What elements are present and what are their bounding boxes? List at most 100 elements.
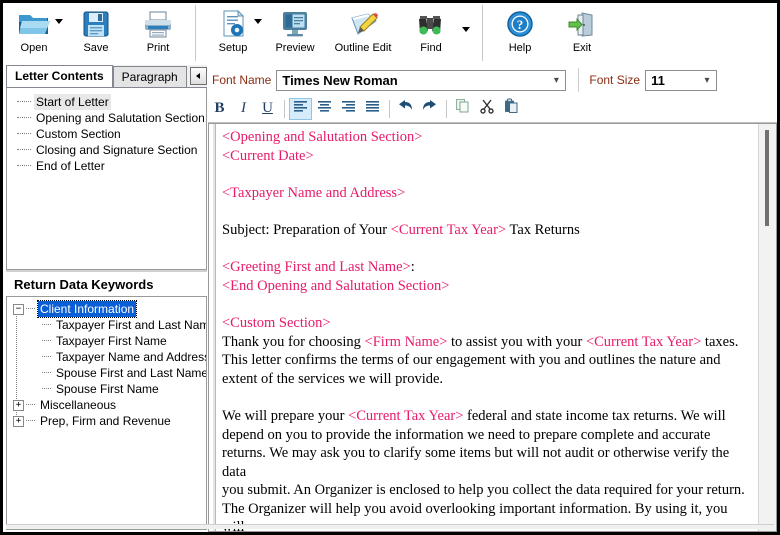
align-center-icon bbox=[317, 100, 332, 118]
toolbar-group-file: Open Save Print bbox=[3, 3, 189, 63]
keyword-tree-item[interactable]: − Client Information bbox=[13, 300, 206, 318]
keyword-tree-item-label: Spouse First Name bbox=[56, 382, 159, 396]
setup-dropdown-caret[interactable] bbox=[254, 19, 262, 24]
open-dropdown-caret[interactable] bbox=[55, 19, 63, 24]
copy-button[interactable] bbox=[451, 98, 474, 120]
font-toolbar: Font Name Times New Roman ▾ Font Size 11… bbox=[208, 65, 777, 95]
help-button-label: Help bbox=[508, 42, 532, 54]
underline-button[interactable]: U bbox=[256, 98, 279, 120]
align-right-button[interactable] bbox=[337, 98, 360, 120]
document-text-run: Thank you for choosing bbox=[222, 333, 365, 350]
outline-edit-button[interactable]: Outline Edit bbox=[326, 3, 400, 61]
document-line: <Current Date> bbox=[222, 147, 750, 166]
align-left-button[interactable] bbox=[289, 97, 312, 120]
toolbar-separator-1 bbox=[195, 5, 196, 61]
keyword-tree-item-label: Prep, Firm and Revenue bbox=[40, 414, 171, 428]
keyword-tree-item[interactable]: + Prep, Firm and Revenue bbox=[13, 413, 206, 429]
italic-button[interactable]: I bbox=[232, 98, 255, 120]
letter-tree-item[interactable]: Custom Section bbox=[17, 126, 206, 142]
tree-connector-icon bbox=[42, 388, 51, 390]
keyword-tree-item-label: Taxpayer First Name bbox=[56, 334, 167, 348]
tab-paragraph[interactable]: Paragraph bbox=[112, 66, 187, 87]
document-keyword-token: <Taxpayer Name and Address> bbox=[222, 184, 406, 201]
align-center-button[interactable] bbox=[313, 98, 336, 120]
document-keyword-token: <Current Tax Year> bbox=[585, 333, 702, 350]
preview-button-label: Preview bbox=[275, 42, 315, 54]
paste-button[interactable] bbox=[499, 98, 522, 120]
collapse-minus-icon[interactable]: − bbox=[13, 303, 24, 315]
align-justify-icon bbox=[365, 100, 380, 118]
expand-plus-icon[interactable]: + bbox=[13, 399, 24, 411]
return-data-keywords-tree[interactable]: − Client Information Taxpayer First and La… bbox=[6, 296, 207, 530]
letter-tree-item[interactable]: End of Letter bbox=[17, 158, 206, 174]
letter-tree-item[interactable]: Opening and Salutation Section bbox=[17, 110, 206, 126]
keyword-tree-item[interactable]: Taxpayer Name and Address bbox=[13, 349, 206, 365]
keyword-tree-item-label: Spouse First and Last Name bbox=[56, 366, 207, 380]
open-button[interactable]: Open bbox=[3, 3, 65, 61]
editor-vertical-scrollbar[interactable] bbox=[758, 124, 776, 531]
tab-scroll-left-button[interactable] bbox=[189, 67, 207, 85]
keyword-tree-item[interactable]: Spouse First and Last Name bbox=[13, 365, 206, 381]
keyword-tree-item-label: Taxpayer Name and Address bbox=[56, 350, 207, 364]
expand-plus-icon[interactable]: + bbox=[13, 415, 24, 427]
bold-button[interactable]: B bbox=[208, 98, 231, 120]
letter-contents-tree[interactable]: Start of Letter Opening and Salutation Se… bbox=[6, 88, 207, 270]
format-separator-1 bbox=[284, 99, 285, 118]
tree-connector-icon bbox=[42, 324, 51, 326]
editor-scrollbar-thumb[interactable] bbox=[765, 130, 769, 226]
monitor-icon bbox=[279, 7, 311, 41]
document-line: extent of the services we will provide. bbox=[222, 370, 750, 389]
page-setup-icon bbox=[218, 7, 248, 41]
find-button[interactable]: Find bbox=[400, 3, 462, 61]
document-line: We will prepare your <Current Tax Year> … bbox=[222, 407, 750, 426]
editor-left-margin bbox=[209, 124, 216, 531]
font-name-combo[interactable]: Times New Roman ▾ bbox=[276, 69, 567, 91]
keyword-tree-item[interactable]: Spouse First Name bbox=[13, 381, 206, 397]
letter-tree-item[interactable]: Closing and Signature Section bbox=[17, 142, 206, 158]
tab-letter-contents[interactable]: Letter Contents bbox=[6, 65, 113, 87]
letter-tree-item-label: End of Letter bbox=[36, 159, 105, 173]
print-button-label: Print bbox=[146, 42, 170, 54]
document-blank-line bbox=[222, 388, 750, 407]
tree-connector-icon bbox=[17, 101, 31, 103]
document-text-run: to assist you with your bbox=[447, 333, 586, 350]
document-text-run: Tax Returns bbox=[506, 221, 580, 238]
document-line: This letter confirms the terms of our en… bbox=[222, 351, 750, 370]
document-line: you submit. An Organizer is enclosed to … bbox=[222, 481, 750, 500]
chevron-down-icon[interactable]: ▾ bbox=[698, 75, 716, 86]
document-text-run: you submit. An Organizer is enclosed to … bbox=[222, 482, 745, 499]
document-editor[interactable]: <Opening and Salutation Section> <Current… bbox=[208, 123, 777, 532]
document-text-area[interactable]: <Opening and Salutation Section> <Current… bbox=[216, 124, 758, 531]
document-line: Thank you for choosing <Firm Name> to as… bbox=[222, 333, 750, 352]
format-separator-2 bbox=[389, 99, 390, 118]
keyword-tree-item-label: Taxpayer First and Last Name bbox=[56, 318, 207, 332]
keyword-tree-item[interactable]: + Miscellaneous bbox=[13, 397, 206, 413]
document-line: <Greeting First and Last Name>: bbox=[222, 258, 750, 277]
document-text-run: federal and state income tax returns. We… bbox=[463, 407, 726, 424]
printer-icon bbox=[141, 7, 175, 41]
save-button[interactable]: Save bbox=[65, 3, 127, 61]
preview-button[interactable]: Preview bbox=[264, 3, 326, 61]
keyword-tree-item-label: Client Information bbox=[36, 300, 138, 318]
print-button[interactable]: Print bbox=[127, 3, 189, 61]
main-toolbar: Open Save Print Setup Preview Outline Ed… bbox=[3, 3, 777, 65]
font-size-combo[interactable]: 11 ▾ bbox=[645, 69, 718, 91]
help-button[interactable]: ? Help bbox=[489, 3, 551, 61]
align-justify-button[interactable] bbox=[361, 98, 384, 120]
letter-tree-item-label: Custom Section bbox=[36, 127, 121, 141]
status-bar bbox=[6, 524, 774, 529]
document-keyword-token: <Opening and Salutation Section> bbox=[222, 129, 423, 145]
find-dropdown-caret[interactable] bbox=[462, 27, 470, 32]
document-keyword-token: <End Opening and Salutation Section> bbox=[222, 277, 450, 294]
exit-button[interactable]: Exit bbox=[551, 3, 613, 61]
setup-button[interactable]: Setup bbox=[202, 3, 264, 61]
cut-button[interactable] bbox=[475, 98, 498, 120]
keyword-tree-item[interactable]: Taxpayer First Name bbox=[13, 333, 206, 349]
redo-button[interactable] bbox=[418, 98, 441, 120]
document-line: <Taxpayer Name and Address> bbox=[222, 184, 750, 203]
keyword-tree-item[interactable]: Taxpayer First and Last Name bbox=[13, 317, 206, 333]
undo-button[interactable] bbox=[394, 98, 417, 120]
tree-connector-icon bbox=[17, 149, 31, 151]
letter-tree-item[interactable]: Start of Letter bbox=[17, 94, 206, 110]
chevron-down-icon[interactable]: ▾ bbox=[547, 75, 565, 86]
